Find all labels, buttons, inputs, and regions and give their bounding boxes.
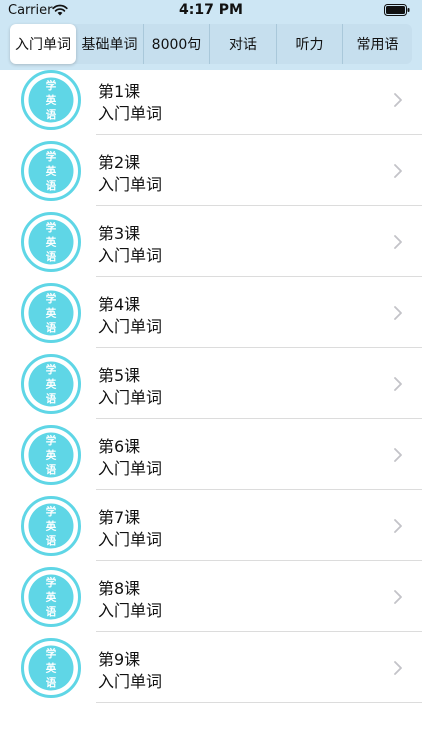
logo-char: 英 — [45, 165, 57, 178]
lesson-row[interactable]: 学 英 语 第2课 入门单词 — [0, 135, 422, 206]
logo-char: 学 — [46, 363, 57, 376]
app-logo-icon: 学 英 语 — [21, 212, 81, 272]
chevron-right-icon — [394, 306, 402, 320]
lesson-subtitle: 入门单词 — [98, 672, 163, 691]
logo-char: 语 — [46, 534, 57, 547]
tab-label: 对话 — [229, 37, 257, 53]
status-time: 4:17 PM — [179, 2, 243, 18]
tab-listening[interactable]: 听力 — [277, 24, 343, 64]
row-divider — [96, 702, 422, 703]
logo-char: 学 — [46, 292, 57, 305]
chevron-right-icon — [394, 164, 402, 178]
lesson-title: 第2课 — [98, 153, 141, 172]
status-bar: Carrier 4:17 PM — [0, 0, 422, 22]
lesson-title: 第9课 — [98, 650, 141, 669]
lesson-title: 第5课 — [98, 366, 141, 385]
battery-icon — [384, 4, 410, 16]
tab-dialogue[interactable]: 对话 — [210, 24, 277, 64]
tab-label: 听力 — [295, 37, 324, 53]
lesson-subtitle: 入门单词 — [98, 601, 163, 620]
app-logo-icon: 学 英 语 — [21, 638, 81, 698]
lesson-subtitle: 入门单词 — [98, 459, 163, 478]
tab-basic-words[interactable]: 基础单词 — [76, 24, 144, 64]
tab-label: 8000句 — [151, 37, 202, 53]
logo-char: 英 — [45, 378, 57, 391]
lesson-row[interactable]: 学 英 语 第4课 入门单词 — [0, 277, 422, 348]
chevron-right-icon — [394, 448, 402, 462]
chevron-right-icon — [394, 661, 402, 675]
chevron-right-icon — [394, 377, 402, 391]
logo-char: 学 — [46, 79, 57, 92]
logo-char: 语 — [46, 392, 57, 405]
logo-char: 英 — [45, 591, 57, 604]
top-band: Carrier 4:17 PM 入门单词 基础单词 8000句 对话 听力 常用… — [0, 0, 422, 70]
lesson-subtitle: 入门单词 — [98, 388, 163, 407]
logo-char: 学 — [46, 150, 57, 163]
logo-char: 英 — [45, 520, 57, 533]
lesson-row[interactable]: 学 英 语 第8课 入门单词 — [0, 561, 422, 632]
app-logo-icon: 学 英 语 — [21, 70, 81, 130]
lesson-row[interactable]: 学 英 语 第5课 入门单词 — [0, 348, 422, 419]
lesson-row[interactable]: 学 英 语 第6课 入门单词 — [0, 419, 422, 490]
lesson-subtitle: 入门单词 — [98, 246, 163, 265]
lesson-title: 第1课 — [98, 82, 141, 101]
logo-char: 英 — [45, 662, 57, 675]
logo-char: 英 — [45, 236, 57, 249]
category-tabs: 入门单词 基础单词 8000句 对话 听力 常用语 — [10, 24, 412, 64]
logo-char: 英 — [45, 94, 57, 107]
chevron-right-icon — [394, 590, 402, 604]
tab-label: 常用语 — [356, 37, 399, 53]
lesson-row[interactable]: 学 英 语 第3课 入门单词 — [0, 206, 422, 277]
logo-char: 学 — [46, 647, 57, 660]
chevron-right-icon — [394, 235, 402, 249]
lesson-row[interactable]: 学 英 语 第7课 入门单词 — [0, 490, 422, 561]
logo-char: 学 — [46, 434, 57, 447]
app-logo-icon: 学 英 语 — [21, 567, 81, 627]
lesson-title: 第4课 — [98, 295, 141, 314]
lesson-title: 第3课 — [98, 224, 141, 243]
logo-char: 语 — [46, 108, 57, 121]
tab-8000-sentences[interactable]: 8000句 — [144, 24, 210, 64]
lesson-subtitle: 入门单词 — [98, 104, 163, 123]
chevron-right-icon — [394, 519, 402, 533]
logo-char: 语 — [46, 676, 57, 689]
logo-char: 语 — [46, 605, 57, 618]
lesson-row[interactable]: 学 英 语 第9课 入门单词 — [0, 632, 422, 703]
app-logo-icon: 学 英 语 — [21, 354, 81, 414]
logo-char: 学 — [46, 576, 57, 589]
chevron-right-icon — [394, 93, 402, 107]
lesson-list: 学 英 语 第1课 入门单词 学 英 语 第2课 入门单词 学 英 语 第3课 … — [0, 64, 422, 703]
app-logo-icon: 学 英 语 — [21, 496, 81, 556]
logo-char: 语 — [46, 250, 57, 263]
logo-char: 语 — [46, 463, 57, 476]
logo-char: 语 — [46, 321, 57, 334]
logo-char: 学 — [46, 221, 57, 234]
logo-char: 语 — [46, 179, 57, 192]
logo-char: 英 — [45, 307, 57, 320]
lesson-subtitle: 入门单词 — [98, 530, 163, 549]
lesson-title: 第8课 — [98, 579, 141, 598]
tab-label: 入门单词 — [15, 37, 71, 53]
app-logo-icon: 学 英 语 — [21, 283, 81, 343]
lesson-title: 第6课 — [98, 437, 141, 456]
lesson-row[interactable]: 学 英 语 第1课 入门单词 — [0, 64, 422, 135]
app-logo-icon: 学 英 语 — [21, 425, 81, 485]
tab-intro-words[interactable]: 入门单词 — [10, 24, 76, 64]
lesson-subtitle: 入门单词 — [98, 317, 163, 336]
logo-char: 英 — [45, 449, 57, 462]
logo-char: 学 — [46, 505, 57, 518]
tab-common-phrases[interactable]: 常用语 — [343, 24, 412, 64]
tab-label: 基础单词 — [81, 37, 138, 53]
lesson-subtitle: 入门单词 — [98, 175, 163, 194]
lesson-title: 第7课 — [98, 508, 141, 527]
app-logo-icon: 学 英 语 — [21, 141, 81, 201]
